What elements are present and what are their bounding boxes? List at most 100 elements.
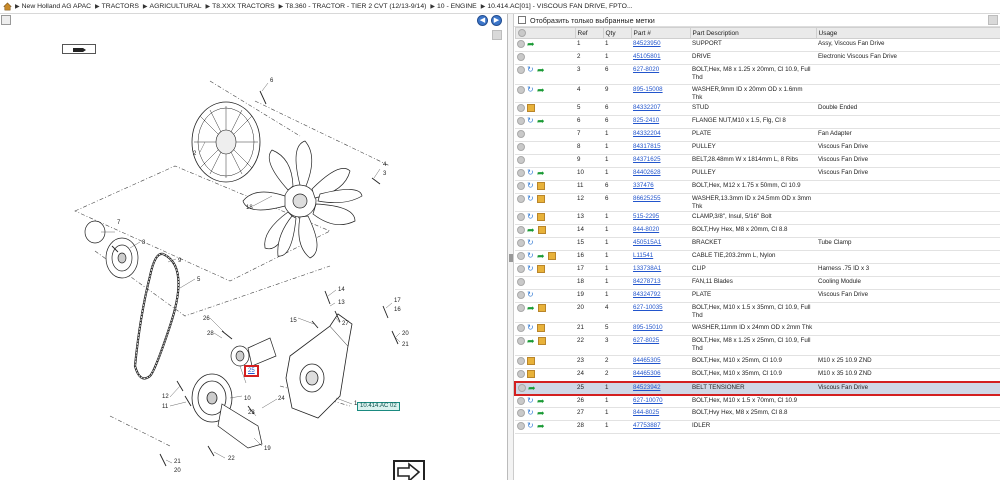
kit-box-icon[interactable]: [538, 226, 546, 234]
add-to-cart-icon[interactable]: [517, 182, 525, 190]
add-to-cart-icon[interactable]: [517, 53, 525, 61]
reference-link[interactable]: 10.414.AC 02: [357, 402, 400, 411]
cell-part-number[interactable]: 84332207: [631, 102, 690, 116]
kit-box-icon[interactable]: [537, 195, 545, 203]
show-selected-checkbox[interactable]: [518, 16, 526, 24]
kit-box-icon[interactable]: [538, 337, 546, 345]
kit-box-icon[interactable]: [537, 265, 545, 273]
add-to-cart-icon[interactable]: [517, 130, 525, 138]
table-row[interactable]: ↻ ➦ 28 1 47753887 IDLER: [515, 420, 1000, 434]
binoculars-icon[interactable]: ➦: [528, 383, 537, 392]
add-to-cart-icon[interactable]: [517, 409, 525, 417]
cell-part-number[interactable]: 515-2295: [631, 211, 690, 225]
binoculars-icon[interactable]: ➦: [537, 86, 546, 95]
add-to-cart-icon[interactable]: [517, 40, 525, 48]
callout-11[interactable]: 11: [162, 404, 169, 410]
cell-part-number[interactable]: 825-2410: [631, 115, 690, 129]
breadcrumb-item[interactable]: ▶ New Holland AG APAC: [15, 3, 91, 10]
add-to-cart-icon[interactable]: [517, 66, 525, 74]
binoculars-icon[interactable]: ➦: [537, 409, 546, 418]
cell-part-number[interactable]: L11541: [631, 250, 690, 264]
replaced-part-icon[interactable]: ↻: [527, 252, 535, 260]
table-row[interactable]: ➦ 25 1 84523942 BELT TENSIONER Viscous Fan Dr…: [514, 380, 1000, 396]
callout-21[interactable]: 21: [174, 459, 181, 465]
add-to-cart-icon[interactable]: [517, 422, 525, 430]
replaced-part-icon[interactable]: ↻: [527, 324, 535, 332]
cell-part-number[interactable]: 47753887: [631, 420, 690, 434]
table-row[interactable]: ↻ 12 6 86625255 WASHER,13.3mm ID x 24.5mm OD…: [515, 193, 1000, 212]
cell-part-number[interactable]: 84371625: [631, 154, 690, 168]
callout-17[interactable]: 17: [394, 298, 401, 304]
callout-26[interactable]: 26: [203, 316, 210, 322]
cell-part-number[interactable]: 84523950: [631, 38, 690, 52]
replaced-part-icon[interactable]: ↻: [527, 169, 535, 177]
navigate-arrow-icon[interactable]: [393, 460, 425, 480]
add-to-cart-icon[interactable]: [517, 291, 525, 299]
add-to-cart-icon[interactable]: [517, 324, 525, 332]
callout-20-right[interactable]: 20: [402, 331, 409, 337]
callout-23[interactable]: 23: [248, 410, 255, 416]
replaced-part-icon[interactable]: ↻: [527, 195, 535, 203]
kit-box-icon[interactable]: [537, 182, 545, 190]
kit-box-icon[interactable]: [537, 213, 545, 221]
cell-part-number[interactable]: 84278713: [631, 276, 690, 290]
callout-12[interactable]: 12: [162, 394, 169, 400]
callout-8[interactable]: 8: [142, 240, 146, 246]
cell-part-number[interactable]: 844-8020: [631, 224, 690, 238]
binoculars-icon[interactable]: ➦: [527, 40, 536, 49]
kit-box-icon[interactable]: [527, 104, 535, 112]
kit-box-icon[interactable]: [527, 370, 535, 378]
add-to-cart-icon[interactable]: [517, 239, 525, 247]
table-row[interactable]: ➦ 20 4 627-10035 BOLT,Hex, M10 x 1.5 x 35mm,…: [515, 302, 1000, 323]
callout-28[interactable]: 28: [207, 331, 214, 337]
binoculars-icon[interactable]: ➦: [527, 337, 536, 346]
add-to-cart-icon[interactable]: [517, 370, 525, 378]
replaced-part-icon[interactable]: ↻: [527, 86, 535, 94]
table-row[interactable]: ↻ 21 5 895-15010 WASHER,11mm ID x 24mm OD x …: [515, 322, 1000, 336]
add-to-cart-icon[interactable]: [518, 383, 526, 392]
binoculars-icon[interactable]: ➦: [537, 396, 546, 405]
cell-part-number[interactable]: 895-15010: [631, 322, 690, 336]
add-to-cart-icon[interactable]: [517, 265, 525, 273]
breadcrumb-item[interactable]: ▶ T8.XXX TRACTORS: [206, 3, 275, 10]
table-row[interactable]: 7 1 84332204 PLATE Fan Adapter: [515, 128, 1000, 142]
kit-box-icon[interactable]: [537, 324, 545, 332]
cell-part-number[interactable]: 337476: [631, 180, 690, 194]
callout-22[interactable]: 22: [228, 456, 235, 462]
table-row[interactable]: 8 1 84317815 PULLEY Viscous Fan Drive: [515, 141, 1000, 155]
cell-part-number[interactable]: 84402628: [631, 167, 690, 181]
add-to-cart-icon[interactable]: [517, 104, 525, 112]
cell-part-number[interactable]: 450515A1: [631, 237, 690, 251]
cell-part-number[interactable]: 84332204: [631, 128, 690, 142]
add-to-cart-icon[interactable]: [517, 304, 525, 312]
home-icon[interactable]: [3, 2, 12, 11]
replaced-part-icon[interactable]: ↻: [527, 117, 535, 125]
cell-part-number[interactable]: 84317815: [631, 141, 690, 155]
callout-15[interactable]: 15: [290, 318, 297, 324]
add-to-cart-icon[interactable]: [517, 213, 525, 221]
selected-callout-25[interactable]: 25: [244, 365, 259, 377]
header-usage[interactable]: Usage: [815, 27, 1000, 39]
expand-icon[interactable]: [988, 15, 998, 25]
callout-19[interactable]: 19: [264, 446, 271, 452]
replaced-part-icon[interactable]: ↻: [527, 239, 535, 247]
callout-16[interactable]: 16: [394, 307, 401, 313]
replaced-part-icon[interactable]: ↻: [527, 265, 535, 273]
cell-part-number[interactable]: 627-8025: [631, 335, 690, 356]
table-row[interactable]: ↻ ➦ 10 1 84402628 PULLEY Viscous Fan Drive: [515, 167, 1000, 181]
callout-20[interactable]: 20: [174, 468, 181, 474]
header-description[interactable]: Part Description: [689, 27, 817, 39]
table-row[interactable]: ➦ 14 1 844-8020 BOLT,Hvy Hex, M8 x 20mm, Cl …: [515, 224, 1000, 238]
table-row[interactable]: ↻ 19 1 84324792 PLATE Viscous Fan Drive: [515, 289, 1000, 303]
replaced-part-icon[interactable]: ↻: [527, 422, 535, 430]
forward-icon[interactable]: ▶: [491, 15, 502, 26]
binoculars-icon[interactable]: ➦: [527, 304, 536, 313]
breadcrumb-item[interactable]: ▶ AGRICULTURAL: [143, 3, 202, 10]
table-row[interactable]: 24 2 84465306 BOLT,Hex, M10 x 35mm, Cl 10.9…: [515, 368, 1000, 382]
binoculars-icon[interactable]: ➦: [537, 66, 546, 75]
breadcrumb-item[interactable]: ▶ T8.360 - TRACTOR - TIER 2 CVT (12/13-9/…: [279, 3, 427, 10]
toolbar-icon[interactable]: [1, 15, 11, 25]
replaced-part-icon[interactable]: ↻: [527, 291, 535, 299]
table-row[interactable]: ↻ ➦ 6 6 825-2410 FLANGE NUT,M10 x 1.5, Flg, C…: [515, 115, 1000, 129]
cell-part-number[interactable]: 133738A1: [631, 263, 690, 277]
